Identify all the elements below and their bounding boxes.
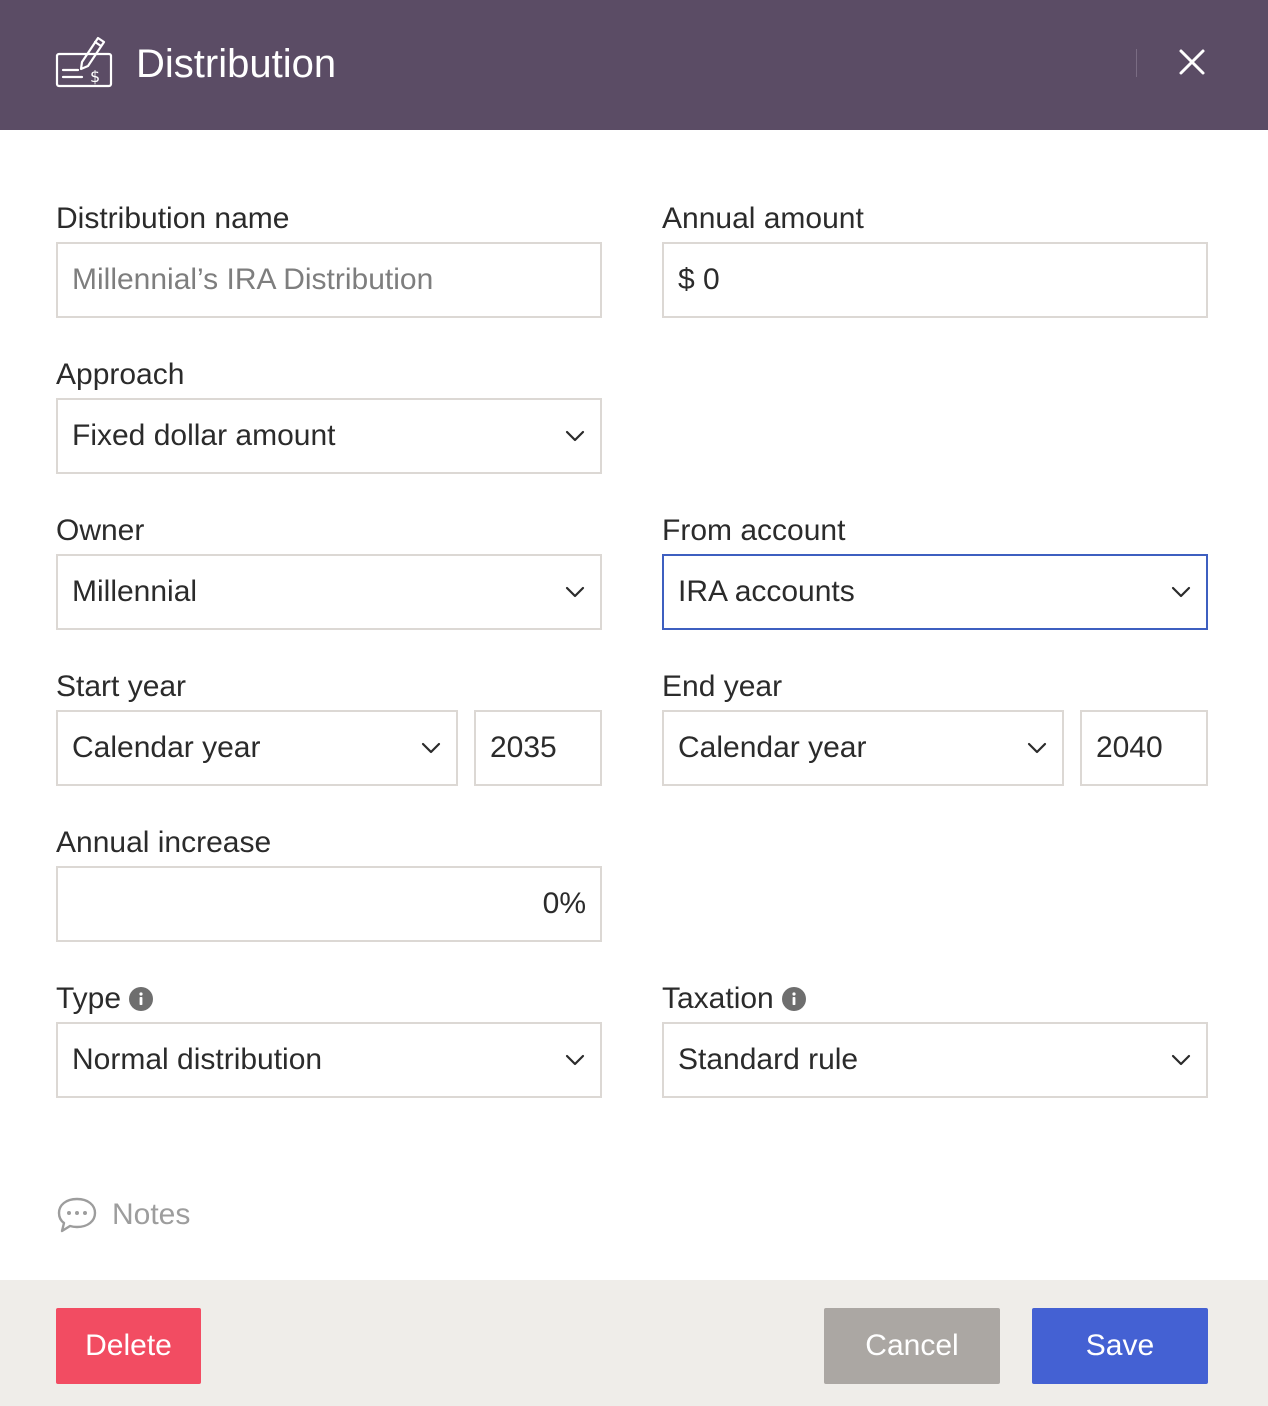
close-icon[interactable] [1170, 40, 1214, 84]
approach-value: Fixed dollar amount [72, 419, 336, 452]
annual-increase-input[interactable]: 0% [56, 866, 602, 942]
distribution-name-input[interactable]: Millennial’s IRA Distribution [56, 242, 602, 318]
end-year-input[interactable]: 2040 [1080, 710, 1208, 786]
type-label-row: Type [56, 981, 154, 1017]
distribution-name-label: Distribution name [56, 202, 290, 235]
info-icon[interactable] [129, 987, 154, 1011]
chevron-down-icon [1171, 586, 1191, 598]
from-account-label: From account [662, 514, 846, 547]
taxation-label-row: Taxation [662, 981, 806, 1017]
speech-bubble-icon [57, 1197, 97, 1233]
distribution-name-placeholder: Millennial’s IRA Distribution [72, 263, 434, 296]
owner-select[interactable]: Millennial [56, 554, 602, 630]
chevron-down-icon [565, 430, 585, 442]
dialog-header: $ Distribution [0, 0, 1268, 130]
delete-button[interactable]: Delete [56, 1308, 201, 1384]
chevron-down-icon [565, 586, 585, 598]
end-year-label: End year [662, 670, 783, 703]
approach-select[interactable]: Fixed dollar amount [56, 398, 602, 474]
dialog-footer: Delete Cancel Save [0, 1280, 1268, 1406]
check-writing-icon: $ [55, 36, 113, 88]
chevron-down-icon [1171, 1054, 1191, 1066]
start-year-mode-value: Calendar year [72, 731, 261, 764]
end-year-mode-select[interactable]: Calendar year [662, 710, 1064, 786]
annual-increase-label: Annual increase [56, 826, 272, 859]
annual-amount-value: $ 0 [678, 263, 720, 296]
chevron-down-icon [421, 742, 441, 754]
taxation-label: Taxation [662, 982, 774, 1015]
annual-amount-label: Annual amount [662, 202, 864, 235]
chevron-down-icon [1027, 742, 1047, 754]
notes-link[interactable]: Notes [56, 1192, 190, 1238]
notes-label: Notes [112, 1198, 191, 1231]
svg-text:$: $ [90, 67, 100, 86]
end-year-value: 2040 [1096, 731, 1163, 764]
type-value: Normal distribution [72, 1043, 323, 1076]
info-icon[interactable] [781, 987, 806, 1011]
start-year-input[interactable]: 2035 [474, 710, 602, 786]
annual-increase-value: 0% [542, 887, 586, 920]
type-label: Type [56, 982, 122, 1015]
dialog-title: Distribution [136, 42, 337, 86]
from-account-value: IRA accounts [678, 575, 855, 608]
header-divider [1136, 49, 1137, 77]
type-select[interactable]: Normal distribution [56, 1022, 602, 1098]
from-account-select[interactable]: IRA accounts [662, 554, 1208, 630]
owner-value: Millennial [72, 575, 198, 608]
cancel-button[interactable]: Cancel [824, 1308, 1000, 1384]
taxation-value: Standard rule [678, 1043, 859, 1076]
chevron-down-icon [565, 1054, 585, 1066]
save-button[interactable]: Save [1032, 1308, 1208, 1384]
owner-label: Owner [56, 514, 145, 547]
end-year-mode-value: Calendar year [678, 731, 867, 764]
start-year-mode-select[interactable]: Calendar year [56, 710, 458, 786]
annual-amount-input[interactable]: $ 0 [662, 242, 1208, 318]
taxation-select[interactable]: Standard rule [662, 1022, 1208, 1098]
approach-label: Approach [56, 358, 185, 391]
start-year-label: Start year [56, 670, 187, 703]
start-year-value: 2035 [490, 731, 557, 764]
